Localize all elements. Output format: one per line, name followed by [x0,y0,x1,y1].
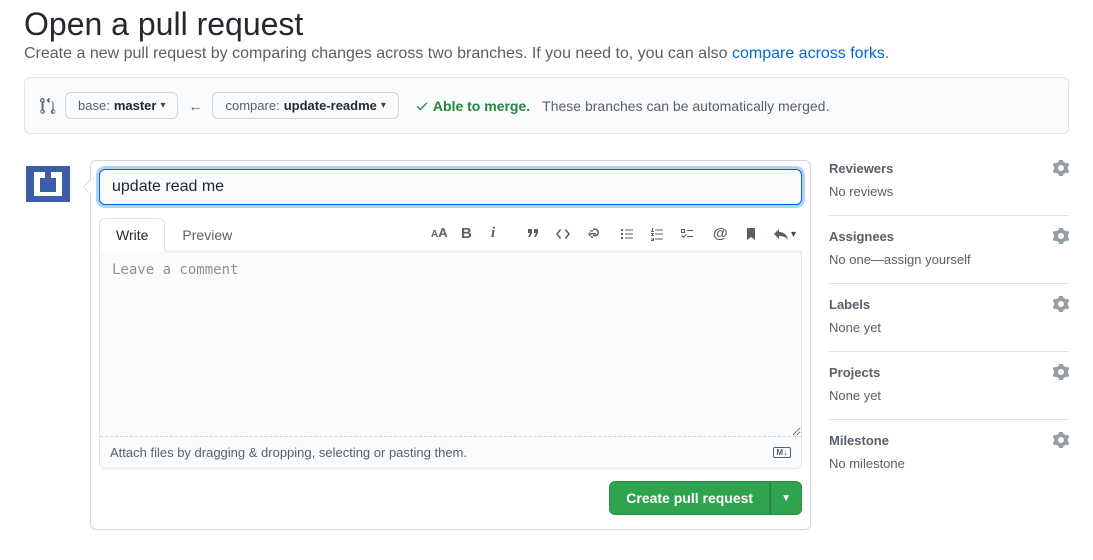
pr-form: Write Preview AA B i [90,160,811,530]
labels-block: Labels None yet [829,284,1069,352]
page-subtitle: Create a new pull request by comparing c… [24,45,1069,63]
sidebar: Reviewers No reviews Assignees No one—as… [829,160,1069,487]
ol-icon[interactable] [649,226,665,242]
reviewers-text: No reviews [829,184,1069,199]
markdown-icon[interactable]: M↓ [773,447,791,459]
subtitle-text: Create a new pull request by comparing c… [24,45,732,62]
arrow-left-icon: ← [186,98,204,114]
italic-icon[interactable]: i [491,226,507,242]
compare-label: compare: [225,98,279,113]
link-icon[interactable] [585,226,601,242]
ul-icon[interactable] [619,226,635,242]
quote-icon[interactable] [525,226,541,242]
compare-value: update-readme [284,98,377,113]
milestone-block: Milestone No milestone [829,420,1069,487]
compare-bar: base: master ▾ ← compare: update-readme … [24,77,1069,134]
assignees-block: Assignees No one—assign yourself [829,216,1069,284]
labels-title: Labels [829,297,870,312]
assignees-prefix: No one— [829,252,884,267]
projects-title: Projects [829,365,880,380]
base-label: base: [78,98,110,113]
pr-comment-textarea[interactable] [100,252,801,436]
milestone-text: No milestone [829,456,1069,471]
compare-branch-button[interactable]: compare: update-readme ▾ [212,92,398,119]
git-compare-icon [39,97,57,115]
milestone-title: Milestone [829,433,889,448]
page-title: Open a pull request [24,6,1069,43]
caret-down-icon: ▾ [160,100,165,111]
bold-icon[interactable]: B [461,226,477,242]
saved-reply-icon[interactable] [743,226,759,242]
attach-hint-row[interactable]: Attach files by dragging & dropping, sel… [100,436,801,468]
gear-icon[interactable] [1053,160,1069,176]
reply-menu-icon[interactable]: ▾ [773,226,796,242]
labels-text: None yet [829,320,1069,335]
check-icon [415,99,429,113]
gear-icon[interactable] [1053,296,1069,312]
markdown-toolbar: AA B i @ [431,226,802,242]
assign-yourself-link[interactable]: assign yourself [884,252,971,267]
mention-icon[interactable]: @ [713,226,729,242]
attach-hint-text: Attach files by dragging & dropping, sel… [110,445,467,460]
pr-title-input[interactable] [99,169,802,205]
code-icon[interactable] [555,226,571,242]
create-pr-button[interactable]: Create pull request [609,481,770,515]
editor-tabs-row: Write Preview AA B i [99,217,802,252]
base-value: master [114,98,157,113]
base-branch-button[interactable]: base: master ▾ [65,92,178,119]
merge-status-text: Able to merge. [433,98,530,114]
assignees-text: No one—assign yourself [829,252,1069,267]
merge-hint: These branches can be automatically merg… [542,98,829,114]
assignees-title: Assignees [829,229,894,244]
caret-down-icon: ▾ [381,100,386,111]
reviewers-block: Reviewers No reviews [829,160,1069,216]
projects-block: Projects None yet [829,352,1069,420]
tab-preview[interactable]: Preview [165,218,249,252]
tasklist-icon[interactable] [679,226,695,242]
merge-status: Able to merge. [415,98,530,114]
gear-icon[interactable] [1053,432,1069,448]
compare-forks-link[interactable]: compare across forks [732,45,885,62]
projects-text: None yet [829,388,1069,403]
create-pr-menu-button[interactable]: ▼ [770,481,802,515]
reviewers-title: Reviewers [829,161,893,176]
gear-icon[interactable] [1053,364,1069,380]
subtitle-period: . [885,45,889,62]
heading-icon[interactable]: AA [431,226,447,242]
gear-icon[interactable] [1053,228,1069,244]
tab-write[interactable]: Write [99,218,165,252]
avatar [24,160,72,208]
